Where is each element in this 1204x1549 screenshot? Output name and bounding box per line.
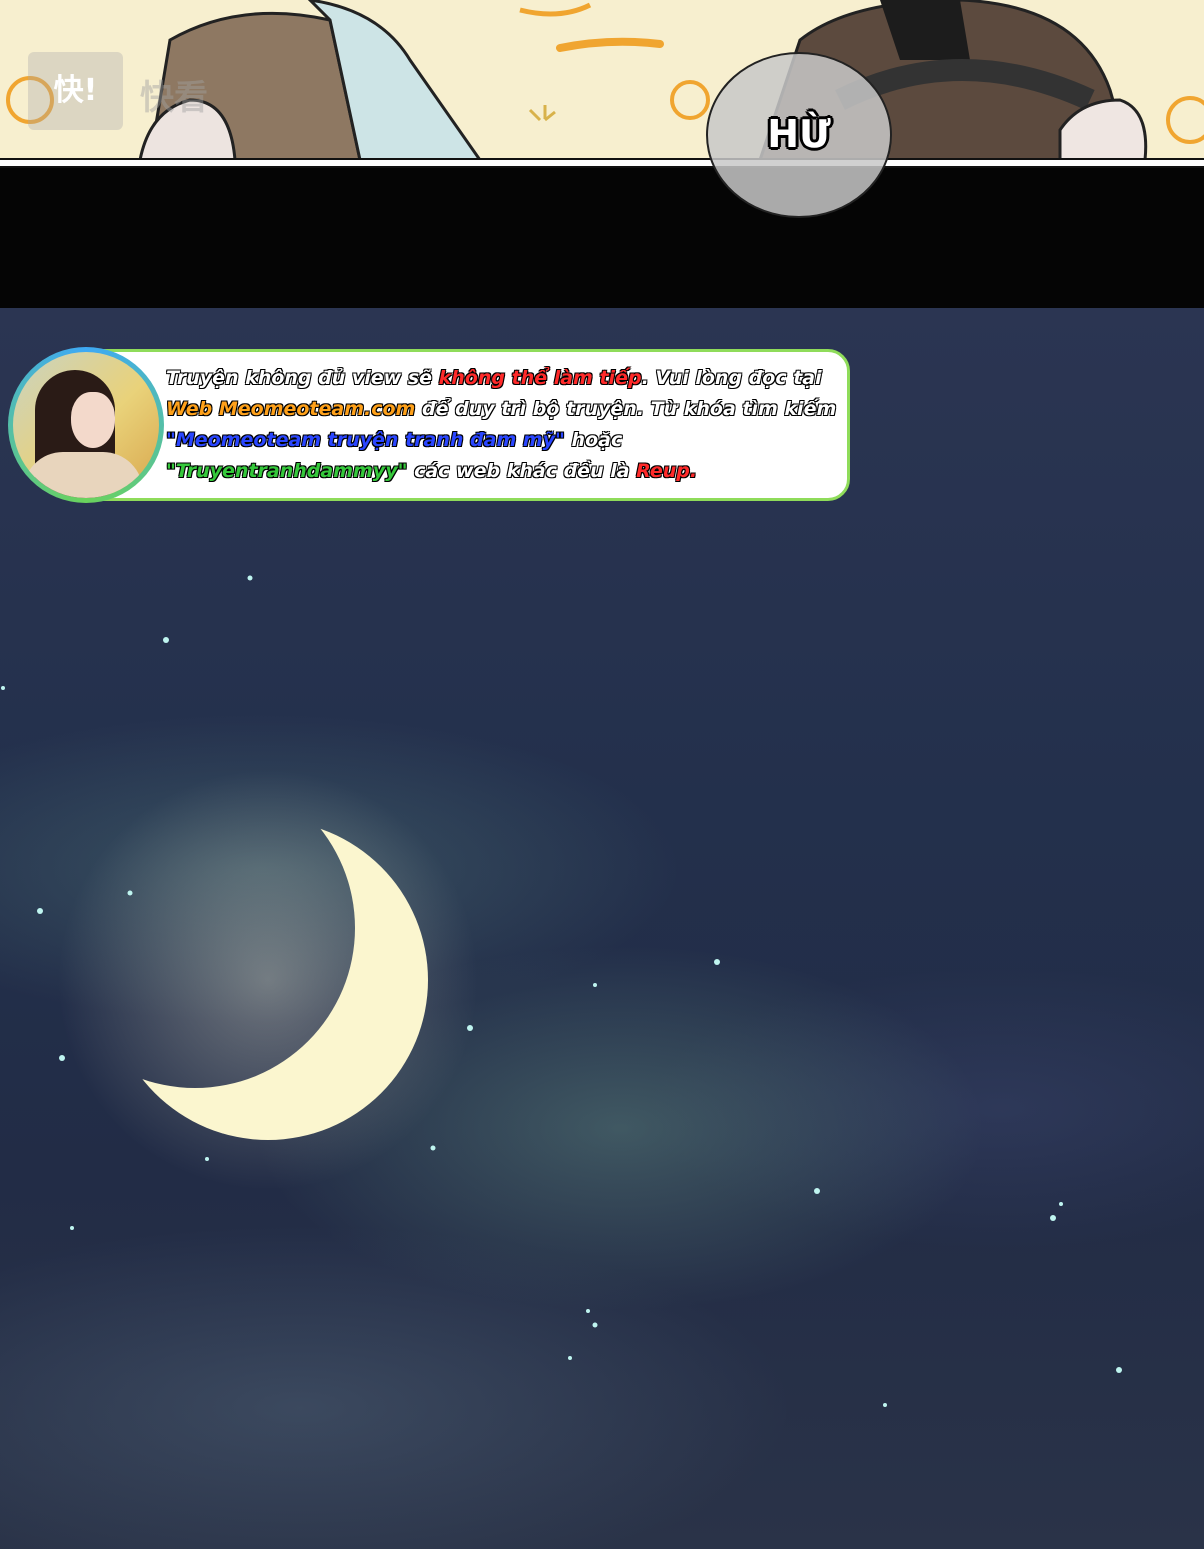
watermark-text: 快看 — [140, 78, 208, 118]
announcement-line-4: "Truyentranhdammyy" các web khác đều là … — [166, 460, 698, 482]
announcement-banner: Truyện không đủ view sẽ không thể làm ti… — [8, 347, 852, 505]
watermark-logo: 快! — [28, 52, 123, 130]
announcement-line-1: Truyện không đủ view sẽ không thể làm ti… — [166, 367, 822, 389]
panel-gutter — [0, 168, 1204, 308]
announcement-line-2: Web Meomeoteam.com để duy trì bộ truyện.… — [166, 398, 837, 420]
panel-border — [0, 158, 1204, 168]
avatar — [8, 347, 164, 503]
speech-bubble-text: HỪ — [767, 112, 831, 156]
avatar-image — [13, 352, 159, 498]
speech-bubble: HỪ — [706, 52, 892, 218]
announcement-text: Truyện không đủ view sẽ không thể làm ti… — [166, 363, 846, 487]
comic-panel-top: 快! 快看 — [0, 0, 1204, 160]
website-link[interactable]: Web Meomeoteam.com — [166, 398, 415, 420]
announcement-line-3: "Meomeoteam truyện tranh đam mỹ" hoặc — [166, 429, 623, 451]
